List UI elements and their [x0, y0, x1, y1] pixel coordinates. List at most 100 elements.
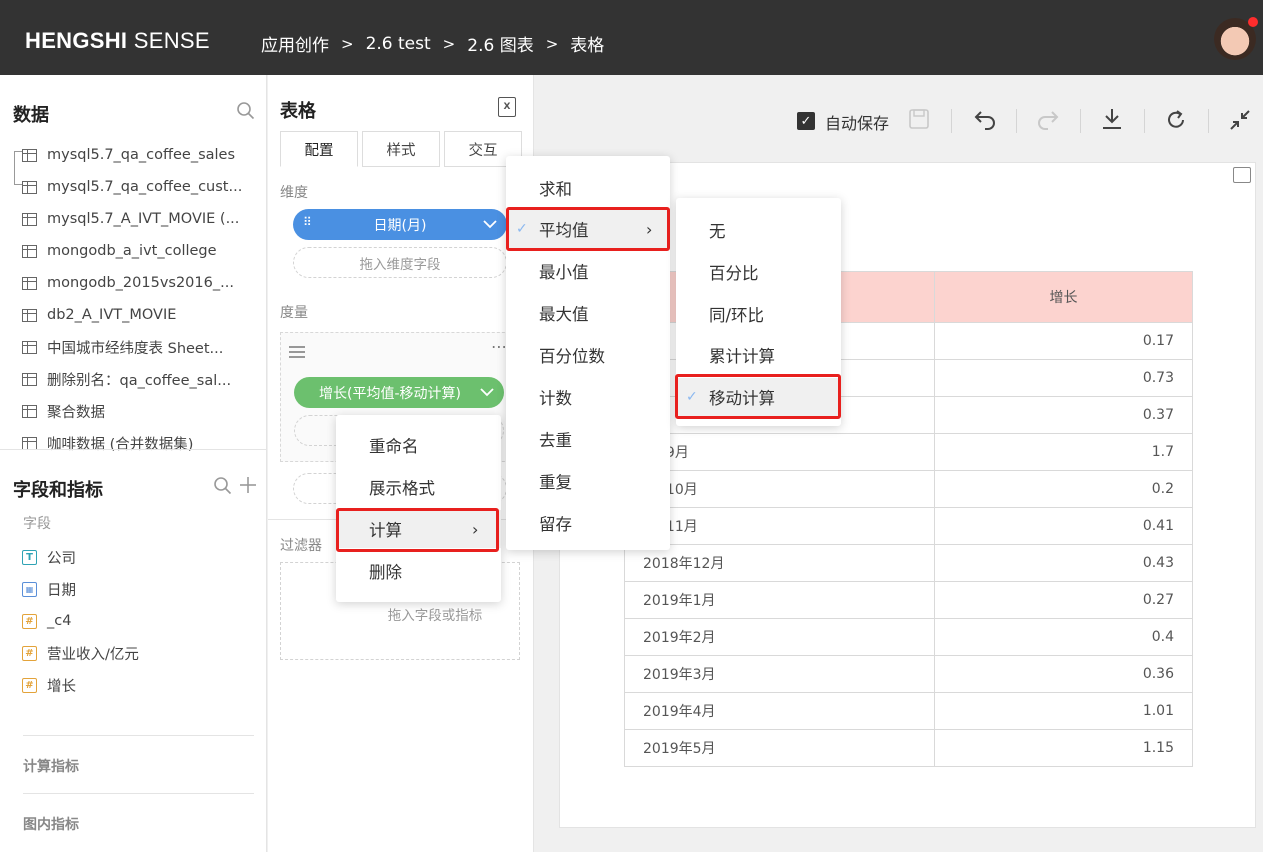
tab-style[interactable]: 样式	[362, 131, 440, 167]
dataset-item[interactable]: 聚合数据	[0, 395, 267, 427]
table-icon	[22, 404, 37, 418]
dataset-item[interactable]: 中国城市经纬度表 Sheet...	[0, 331, 267, 363]
calc-metrics-label[interactable]: 计算指标	[23, 756, 79, 776]
table-cell: 0.73	[934, 359, 1193, 397]
undo-icon[interactable]	[973, 108, 997, 130]
menu-item-none[interactable]: 无	[676, 211, 841, 249]
dataset-item[interactable]: db2_A_IVT_MOVIE	[0, 299, 267, 331]
breadcrumb-item-app[interactable]: 2.6 test	[366, 34, 431, 54]
table-icon	[22, 212, 37, 226]
field-item[interactable]: T 公司	[22, 541, 139, 573]
save-icon[interactable]	[909, 109, 929, 129]
table-icon	[22, 340, 37, 354]
field-list: T 公司 ▦ 日期 # _c4 # 营业收入/亿元 # 增长	[22, 541, 139, 701]
dataset-item[interactable]: mysql5.7_A_IVT_MOVIE (...	[0, 203, 267, 235]
field-item[interactable]: # 增长	[22, 669, 139, 701]
dataset-item[interactable]: mongodb_a_ivt_college	[0, 235, 267, 267]
search-icon[interactable]	[213, 476, 232, 495]
excel-export-icon[interactable]: X	[498, 97, 516, 117]
highlight-box	[675, 374, 841, 419]
table-icon	[22, 180, 37, 194]
table-cell: 0.17	[934, 322, 1193, 360]
breadcrumb: 应用创作 > 2.6 test > 2.6 图表 > 表格	[261, 31, 604, 57]
tab-config[interactable]: 配置	[280, 131, 358, 167]
menu-item-retention[interactable]: 留存	[506, 504, 670, 542]
table-cell: 3年11月	[624, 507, 935, 545]
dimension-pill[interactable]: ⠿ 日期(月)	[293, 209, 507, 240]
refresh-icon[interactable]	[1165, 109, 1187, 131]
breadcrumb-item-dashboard[interactable]: 2.6 图表	[467, 31, 533, 56]
toolbar: ✓ 自动保存	[535, 103, 1263, 139]
avatar[interactable]	[1214, 17, 1258, 60]
more-icon[interactable]: ⋯	[491, 337, 507, 356]
menu-item-display-format[interactable]: 展示格式	[336, 468, 501, 506]
menu-item-max[interactable]: 最大值	[506, 294, 670, 332]
config-tabs: 配置 样式 交互	[280, 131, 526, 167]
data-panel: 数据 mysql5.7_qa_coffee_sales mysql5.7_qa_…	[0, 75, 267, 852]
text-type-icon: T	[22, 549, 37, 565]
table-icon	[22, 148, 37, 162]
menu-item-delete[interactable]: 删除	[336, 552, 501, 590]
menu-item-yoy-mom[interactable]: 同/环比	[676, 295, 841, 333]
chart-metrics-label[interactable]: 图内指标	[23, 814, 79, 834]
highlight-box	[336, 508, 499, 552]
redo-icon[interactable]	[1036, 108, 1060, 130]
table-cell: 3年9月	[624, 433, 935, 471]
search-icon[interactable]	[236, 101, 255, 120]
table-cell: 1.7	[934, 433, 1193, 471]
divider	[23, 793, 254, 794]
chevron-down-icon[interactable]	[480, 387, 494, 397]
download-icon[interactable]	[1101, 108, 1123, 130]
autosave-label[interactable]: 自动保存	[825, 110, 889, 134]
dataset-item[interactable]: mysql5.7_qa_coffee_cust...	[0, 171, 267, 203]
dimension-drop-zone[interactable]: 拖入维度字段	[293, 247, 507, 278]
table-icon	[22, 276, 37, 290]
dataset-item[interactable]: mysql5.7_qa_coffee_sales	[0, 139, 267, 171]
table-cell: 2019年3月	[624, 655, 935, 693]
table-row: 2019年5月 1.15	[624, 729, 1193, 767]
field-item[interactable]: # _c4	[22, 605, 139, 637]
table-cell: 2018年12月	[624, 544, 935, 582]
menu-item-percentile[interactable]: 百分位数	[506, 336, 670, 374]
field-item[interactable]: # 营业收入/亿元	[22, 637, 139, 669]
menu-item-min[interactable]: 最小值	[506, 252, 670, 290]
number-type-icon: #	[22, 645, 37, 661]
dimension-label: 维度	[280, 185, 308, 201]
table-row: 2018年12月 0.43	[624, 544, 1193, 582]
menu-item-count[interactable]: 计数	[506, 378, 670, 416]
chart-settings-icon[interactable]	[1233, 167, 1251, 183]
date-type-icon: ▦	[22, 581, 37, 597]
breadcrumb-item-app-creation[interactable]: 应用创作	[261, 31, 329, 56]
menu-item-repeat[interactable]: 重复	[506, 462, 670, 500]
breadcrumb-separator: >	[545, 34, 559, 53]
toolbar-separator	[1208, 109, 1209, 133]
toolbar-separator	[951, 109, 952, 133]
top-bar: HENGSHI SENSE 应用创作 > 2.6 test > 2.6 图表 >…	[0, 0, 1263, 75]
chevron-down-icon[interactable]	[483, 219, 497, 229]
menu-item-percentage[interactable]: 百分比	[676, 253, 841, 291]
app-logo[interactable]: HENGSHI SENSE	[25, 28, 210, 54]
dataset-item[interactable]: mongodb_2015vs2016_...	[0, 267, 267, 299]
autosave-checkbox[interactable]: ✓	[797, 112, 815, 130]
menu-icon[interactable]	[289, 346, 305, 358]
table-icon	[22, 372, 37, 386]
table-row: 2019年4月 1.01	[624, 692, 1193, 730]
number-type-icon: #	[22, 613, 37, 629]
dataset-item[interactable]: 咖啡数据 (合并数据集)	[0, 427, 267, 459]
add-icon[interactable]	[239, 476, 257, 494]
chart-type-title: 表格	[280, 101, 316, 122]
menu-item-cumulative[interactable]: 累计计算	[676, 336, 841, 374]
table-header-cell[interactable]: 增长	[934, 271, 1193, 323]
measure-pill[interactable]: 增长(平均值-移动计算)	[294, 377, 504, 408]
table-icon	[22, 244, 37, 258]
menu-item-rename[interactable]: 重命名	[336, 426, 501, 464]
drag-handle-icon[interactable]: ⠿	[303, 215, 312, 229]
menu-item-sum[interactable]: 求和	[506, 169, 670, 207]
table-row: 3年10月 0.2	[624, 470, 1193, 508]
dataset-item[interactable]: 删除别名：qa_coffee_sal...	[0, 363, 267, 395]
table-row: 3年9月1.7	[624, 433, 1193, 471]
highlight-box	[506, 207, 670, 251]
menu-item-distinct[interactable]: 去重	[506, 420, 670, 458]
collapse-icon[interactable]	[1229, 109, 1251, 131]
field-item[interactable]: ▦ 日期	[22, 573, 139, 605]
